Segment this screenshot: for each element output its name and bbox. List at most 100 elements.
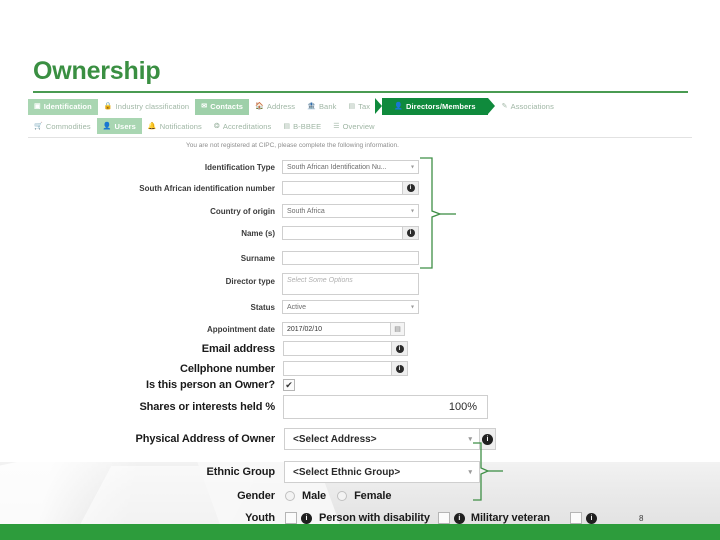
field-label: Appointment date	[207, 324, 275, 334]
field-row-identification-type: Identification Type South African Identi…	[165, 160, 419, 174]
field-label: Status	[250, 302, 275, 312]
names-input[interactable]	[282, 226, 403, 240]
field-row-status: Status Active ▾	[165, 300, 419, 314]
calendar-glyph: ▤	[394, 326, 401, 333]
is-owner-checkbox[interactable]: ✔	[283, 379, 295, 391]
info-icon-names[interactable]: i	[403, 226, 419, 240]
tab-label: Address	[266, 102, 296, 111]
info-icon-youth[interactable]: i	[301, 512, 312, 524]
physical-address-select[interactable]: <Select Address> ▾	[284, 428, 480, 450]
tab-label: Accreditations	[222, 121, 272, 131]
physical-address-label: Physical Address of Owner	[135, 433, 275, 445]
veteran-checkbox[interactable]	[570, 512, 582, 524]
page-number: 8	[639, 514, 644, 523]
gender-female-radio[interactable]	[337, 491, 348, 501]
field-row-cellphone: Cellphone number i	[120, 361, 408, 376]
page-title: Ownership	[33, 57, 161, 85]
gender-male-radio[interactable]	[285, 491, 295, 501]
info-icon-cellphone[interactable]: i	[392, 361, 408, 376]
tab-identification[interactable]: ▣ Identification	[28, 98, 98, 115]
tab-label: B-BBEE	[293, 121, 322, 131]
tab-address[interactable]: 🏠 Address	[249, 99, 301, 115]
tab-label: Commodities	[45, 121, 91, 131]
field-row-country-of-origin: Country of origin South Africa ▾	[165, 204, 419, 218]
cellphone-label: Cellphone number	[180, 362, 275, 375]
field-value: South Africa	[287, 207, 325, 215]
info-glyph: i	[395, 344, 404, 353]
youth-checkbox[interactable]	[285, 512, 297, 524]
disability-checkbox[interactable]	[437, 512, 450, 524]
chevron-down-icon: ▾	[410, 164, 414, 171]
tab-label: Contacts	[210, 102, 244, 111]
field-label: Name (s)	[241, 228, 275, 238]
field-row-email: Email address i	[120, 341, 408, 356]
tab-strip-row-2: 🛒 Commodities 👤 Users 🔔 Notifications ❂ …	[28, 118, 381, 134]
field-row-names: Name (s) i	[165, 226, 419, 240]
chart-icon: ▤	[283, 122, 291, 130]
youth-label: Youth	[245, 512, 275, 524]
tab-label: Bank	[318, 102, 337, 111]
receipt-icon: ▤	[348, 103, 356, 110]
annotation-brace-upper	[420, 157, 456, 269]
field-row-sa-id-number: South African identification number i	[103, 181, 419, 195]
field-label: Identification Type	[204, 162, 275, 172]
link-icon: ✎	[501, 103, 508, 110]
gender-label: Gender	[237, 490, 275, 502]
tab-bank[interactable]: 🏦 Bank	[301, 99, 342, 115]
cellphone-field[interactable]	[283, 361, 392, 376]
tab-industry-classification[interactable]: 🔒 Industry classification	[98, 99, 195, 115]
veteran-label: Military veteran	[470, 512, 550, 524]
tab-directors-members[interactable]: 👤 Directors/Members	[375, 98, 496, 115]
ethnic-group-select[interactable]: <Select Ethnic Group> ▾	[284, 461, 480, 483]
info-glyph: i	[406, 229, 415, 237]
lock-icon: 🔒	[103, 103, 113, 110]
director-type-multiselect[interactable]: Select Some Options	[282, 273, 419, 295]
info-glyph: i	[406, 184, 415, 192]
tab-tax[interactable]: ▤ Tax	[342, 99, 376, 115]
calendar-icon[interactable]: ▤	[391, 322, 405, 336]
info-icon-veteran[interactable]: i	[586, 512, 597, 524]
identification-type-select[interactable]: South African Identification Nu... ▾	[282, 160, 419, 174]
tab-contacts[interactable]: ✉ Contacts	[195, 98, 250, 115]
user-icon: 👤	[394, 103, 403, 110]
user-icon: 👤	[102, 122, 112, 130]
tab-associations[interactable]: ✎ Associations	[496, 99, 560, 115]
gender-female-label: Female	[354, 490, 392, 502]
tab-commodities[interactable]: 🛒 Commodities	[28, 118, 97, 134]
email-field[interactable]	[283, 341, 392, 356]
field-row-appointment-date: Appointment date 2017/02/10 ▤	[165, 322, 405, 336]
info-icon-disability[interactable]: i	[453, 512, 465, 524]
surname-input[interactable]	[282, 251, 419, 265]
field-row-surname: Surname	[165, 251, 419, 265]
field-value: <Select Ethnic Group>	[293, 466, 401, 478]
info-icon-email[interactable]: i	[392, 341, 408, 356]
tab-label: Directors/Members	[405, 102, 476, 111]
field-row-shares: Shares or interests held % 100%	[114, 395, 488, 419]
tab-label: Tax	[358, 102, 371, 111]
field-label: Country of origin	[210, 206, 275, 216]
tab-overview[interactable]: ☰ Overview	[327, 118, 380, 134]
info-icon-physical-address[interactable]: i	[480, 428, 496, 450]
tab-label: Overview	[342, 121, 375, 131]
appointment-date-input[interactable]: 2017/02/10	[282, 322, 391, 336]
tab-accreditations[interactable]: ❂ Accreditations	[208, 118, 277, 134]
field-value: 100%	[448, 401, 477, 413]
status-select[interactable]: Active ▾	[282, 300, 419, 314]
sa-id-number-input[interactable]	[282, 181, 403, 195]
field-value: <Select Address>	[293, 433, 377, 445]
country-of-origin-select[interactable]: South Africa ▾	[282, 204, 419, 218]
tab-label: Industry classification	[115, 102, 190, 111]
chevron-down-icon: ▾	[468, 469, 472, 476]
cart-icon: 🛒	[34, 122, 43, 130]
info-glyph: i	[482, 433, 493, 445]
field-value: South African Identification Nu...	[287, 163, 387, 171]
tab-strip-divider	[28, 137, 692, 138]
field-row-youth-disability-veteran: Youth i Person with disability i Militar…	[110, 512, 597, 524]
tab-notifications[interactable]: 🔔 Notifications	[142, 118, 208, 134]
registration-notice: You are not registered at CIPC, please c…	[186, 142, 399, 149]
info-icon-sa-id[interactable]: i	[403, 181, 419, 195]
tab-strip-row-1: ▣ Identification 🔒 Industry classificati…	[28, 98, 560, 115]
shares-percentage-input[interactable]: 100%	[283, 395, 488, 419]
tab-bbbee[interactable]: ▤ B-BBEE	[277, 118, 327, 134]
tab-users[interactable]: 👤 Users	[96, 118, 142, 134]
